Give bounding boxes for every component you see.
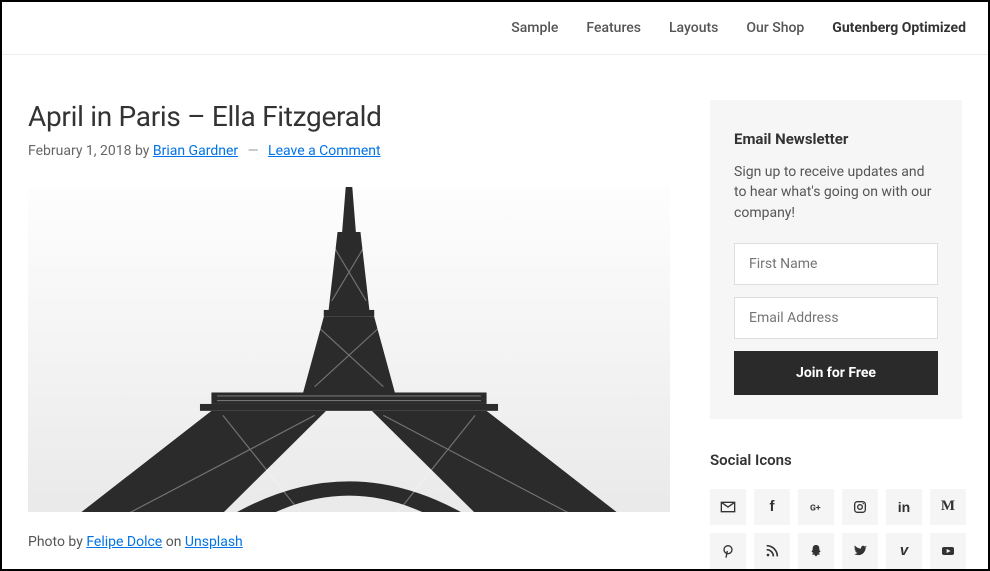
hero-caption: Photo by Felipe Dolce on Unsplash: [28, 534, 670, 550]
newsletter-widget: Email Newsletter Sign up to receive upda…: [710, 100, 962, 419]
main-content: April in Paris – Ella Fitzgerald Februar…: [28, 100, 670, 569]
meta-separator: —: [248, 143, 259, 159]
hero-image: [28, 187, 670, 512]
post-author-link[interactable]: Brian Gardner: [153, 143, 238, 159]
caption-on: on: [162, 534, 185, 550]
photo-author-link[interactable]: Felipe Dolce: [86, 534, 162, 550]
email-input[interactable]: [734, 297, 938, 339]
vimeo-icon[interactable]: v: [886, 533, 922, 569]
social-widget: Social Icons f G+ in M v: [710, 451, 962, 569]
medium-icon[interactable]: M: [930, 489, 966, 525]
nav-gutenberg-optimized[interactable]: Gutenberg Optimized: [832, 20, 966, 36]
social-title: Social Icons: [710, 451, 962, 469]
newsletter-title: Email Newsletter: [734, 130, 938, 148]
caption-prefix: Photo by: [28, 534, 86, 550]
comments-link[interactable]: Leave a Comment: [268, 143, 381, 159]
post-date: February 1, 2018: [28, 143, 132, 159]
by-label: by: [132, 143, 153, 159]
email-icon[interactable]: [710, 489, 746, 525]
nav-sample[interactable]: Sample: [511, 20, 558, 36]
facebook-icon[interactable]: f: [754, 489, 790, 525]
nav-our-shop[interactable]: Our Shop: [746, 20, 804, 36]
social-grid: f G+ in M v: [710, 489, 962, 569]
post-meta: February 1, 2018 by Brian Gardner — Leav…: [28, 143, 670, 159]
linkedin-icon[interactable]: in: [886, 489, 922, 525]
snapchat-icon[interactable]: [798, 533, 834, 569]
photo-source-link[interactable]: Unsplash: [185, 534, 243, 550]
post-title: April in Paris – Ella Fitzgerald: [28, 100, 670, 133]
nav-features[interactable]: Features: [586, 20, 641, 36]
rss-icon[interactable]: [754, 533, 790, 569]
googleplus-icon[interactable]: G+: [798, 489, 834, 525]
join-button[interactable]: Join for Free: [734, 351, 938, 395]
svg-text:G+: G+: [810, 503, 821, 513]
primary-nav: Sample Features Layouts Our Shop Gutenbe…: [2, 2, 988, 55]
newsletter-description: Sign up to receive updates and to hear w…: [734, 162, 938, 223]
youtube-icon[interactable]: [930, 533, 966, 569]
nav-layouts[interactable]: Layouts: [669, 20, 718, 36]
instagram-icon[interactable]: [842, 489, 878, 525]
pinterest-icon[interactable]: [710, 533, 746, 569]
firstname-input[interactable]: [734, 243, 938, 285]
sidebar: Email Newsletter Sign up to receive upda…: [710, 100, 962, 569]
twitter-icon[interactable]: [842, 533, 878, 569]
